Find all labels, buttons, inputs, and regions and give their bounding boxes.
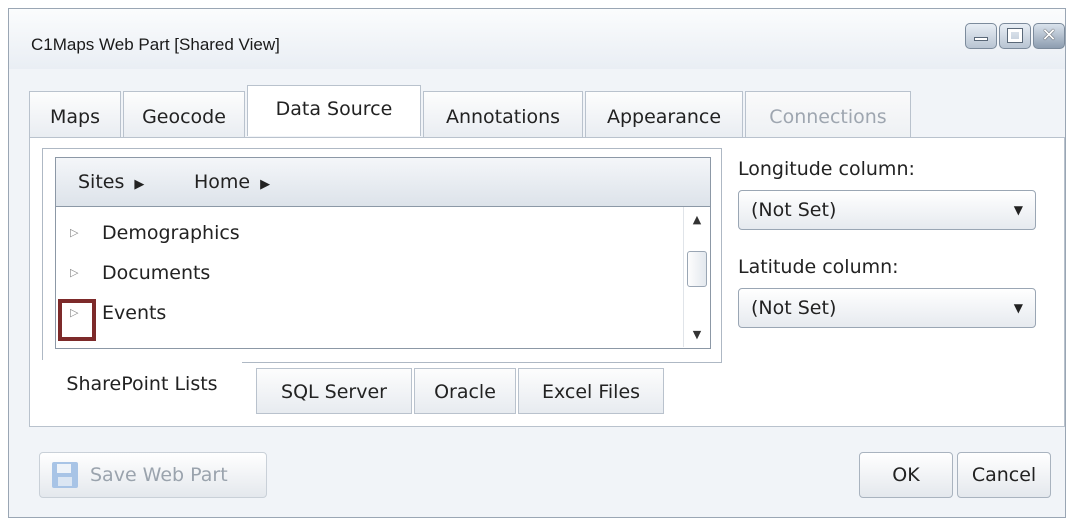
latitude-select[interactable]: (Not Set) ▼ — [738, 288, 1036, 328]
scroll-up-icon[interactable]: ▲ — [684, 213, 710, 226]
dialog-window: C1Maps Web Part [Shared View] ✕ Maps Geo… — [8, 8, 1066, 518]
title-bar[interactable]: C1Maps Web Part [Shared View] ✕ — [9, 9, 1065, 69]
tab-data-source[interactable]: Data Source — [247, 85, 421, 136]
breadcrumb: Sites ▶ Home ▶ — [55, 157, 711, 207]
save-label: Save Web Part — [90, 464, 228, 486]
sharepoint-browser: Sites ▶ Home ▶ ▷ Demographics ▷ Documents … — [42, 148, 722, 363]
tab-oracle[interactable]: Oracle — [414, 368, 516, 414]
save-icon — [52, 462, 78, 488]
scroll-thumb[interactable] — [687, 251, 707, 287]
cancel-button[interactable]: Cancel — [957, 452, 1051, 498]
tab-maps[interactable]: Maps — [29, 91, 121, 137]
data-source-panel: Sites ▶ Home ▶ ▷ Demographics ▷ Documents … — [29, 137, 1065, 427]
breadcrumb-item-home[interactable]: Home ▶ — [194, 158, 270, 209]
vertical-scrollbar[interactable]: ▲ ▼ — [683, 207, 710, 347]
breadcrumb-label: Home — [194, 171, 251, 193]
chevron-right-icon: ▶ — [134, 177, 145, 192]
tab-geocode[interactable]: Geocode — [123, 91, 245, 137]
tab-sql-server[interactable]: SQL Server — [256, 368, 412, 414]
list-item[interactable]: ▷ Demographics — [56, 213, 684, 253]
latitude-value: (Not Set) — [751, 297, 837, 319]
minimize-button[interactable] — [965, 23, 997, 49]
breadcrumb-label: Sites — [78, 171, 125, 193]
breadcrumb-item-sites[interactable]: Sites ▶ — [78, 158, 144, 209]
tab-excel-files[interactable]: Excel Files — [518, 368, 664, 414]
list-item-label: Documents — [102, 262, 211, 284]
longitude-value: (Not Set) — [751, 199, 837, 221]
longitude-select[interactable]: (Not Set) ▼ — [738, 190, 1036, 230]
list-item[interactable]: ▷ Documents — [56, 253, 684, 293]
save-web-part-button: Save Web Part — [39, 452, 267, 498]
site-list: ▷ Demographics ▷ Documents ▷ Events ▲ ▼ — [55, 207, 711, 349]
latitude-label: Latitude column: — [738, 256, 899, 278]
ok-button[interactable]: OK — [859, 452, 953, 498]
close-icon: ✕ — [1041, 25, 1057, 46]
tab-sharepoint-lists[interactable]: SharePoint Lists — [42, 360, 242, 406]
window-title: C1Maps Web Part [Shared View] — [31, 35, 280, 54]
minimize-icon — [966, 24, 996, 48]
longitude-label: Longitude column: — [738, 158, 915, 180]
list-item-label: Events — [102, 302, 167, 324]
maximize-button[interactable] — [999, 23, 1031, 49]
list-item-label: Demographics — [102, 222, 240, 244]
chevron-right-icon: ▶ — [260, 177, 271, 192]
tab-annotations[interactable]: Annotations — [423, 91, 583, 137]
expand-arrow-icon[interactable]: ▷ — [70, 213, 84, 253]
expand-arrow-icon[interactable]: ▷ — [70, 253, 84, 293]
tab-appearance[interactable]: Appearance — [585, 91, 743, 137]
highlight-box — [58, 299, 96, 341]
scroll-down-icon[interactable]: ▼ — [684, 328, 710, 341]
close-button[interactable]: ✕ — [1033, 23, 1065, 49]
list-item[interactable]: ▷ Events — [56, 293, 684, 333]
maximize-icon — [1000, 24, 1030, 48]
dropdown-arrow-icon: ▼ — [1013, 301, 1023, 315]
tab-connections: Connections — [745, 91, 911, 137]
dropdown-arrow-icon: ▼ — [1013, 203, 1023, 217]
